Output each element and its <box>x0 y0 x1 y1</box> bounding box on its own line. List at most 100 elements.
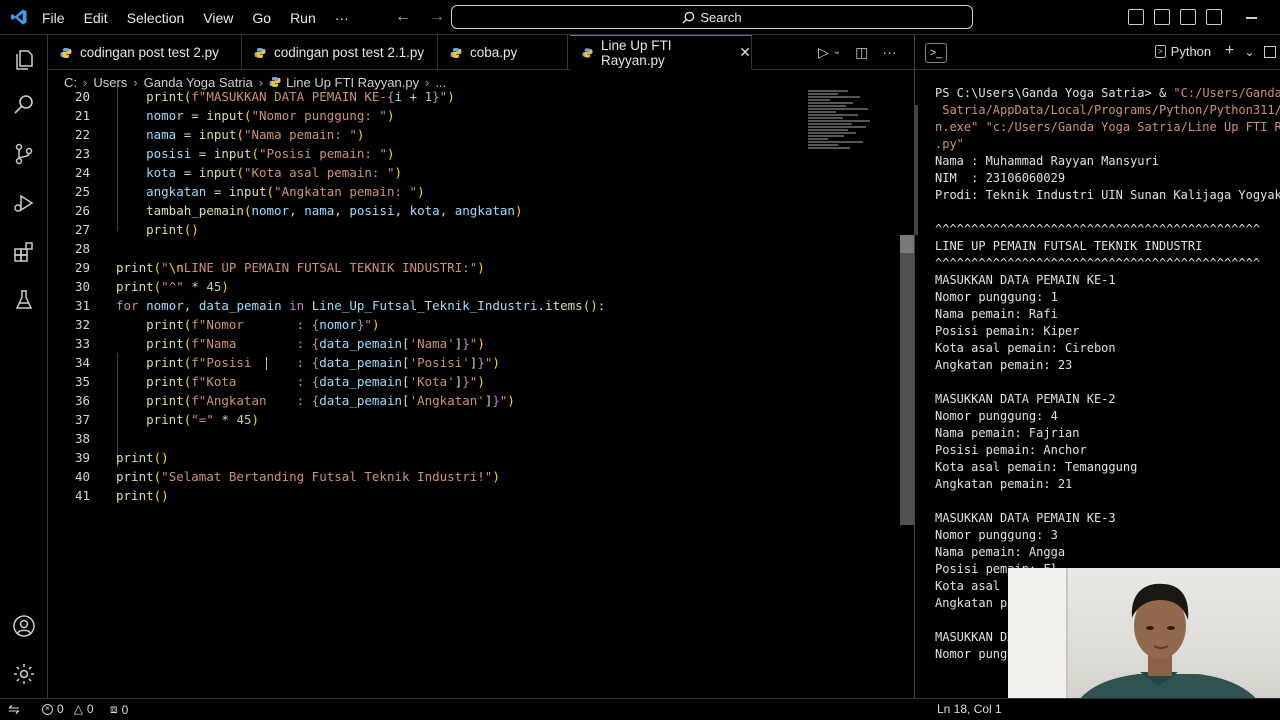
back-arrow-icon[interactable]: ← <box>395 8 411 28</box>
text-cursor-ibeam-icon <box>266 357 267 370</box>
menu-more[interactable]: ··· <box>335 10 349 26</box>
cursor-position[interactable]: Ln 18, Col 1 <box>937 702 1002 716</box>
code-line: 26 tambah_pemain(nomor, nama, posisi, ko… <box>48 201 808 220</box>
toggle-secondary-sidebar-icon[interactable] <box>1180 9 1196 25</box>
run-and-debug-icon[interactable] <box>12 191 36 215</box>
terminal-shell-icon: > <box>1155 45 1166 58</box>
terminal-line: Posisi pemain: Anchor <box>935 443 1087 457</box>
terminal-line: Angkatan pemain: 21 <box>935 477 1073 491</box>
code-text: kota = input("Kota asal pemain: ") <box>146 165 403 180</box>
run-python-file-icon[interactable]: ▷ <box>818 44 829 61</box>
customize-layout-icon[interactable] <box>1206 9 1222 25</box>
menu-file[interactable]: File <box>42 10 65 26</box>
code-text: print("Selamat Bertanding Futsal Teknik … <box>116 469 500 484</box>
terminal-icon[interactable]: >_ <box>925 43 947 63</box>
menu-bar: File Edit Selection View Go Run ··· <box>42 0 368 35</box>
panel-header: >_ > Python + ⌄ <box>915 35 1280 70</box>
tab-label: Line Up FTI Rayyan.py <box>600 37 672 68</box>
maximize-panel-icon[interactable] <box>1264 46 1277 58</box>
line-number: 37 <box>74 412 90 427</box>
terminal-line: Nomor punggung: 4 <box>935 409 1058 423</box>
menu-run[interactable]: Run <box>290 10 316 26</box>
code-line: 31 for nomor, data_pemain in Line_Up_Futs… <box>48 296 808 315</box>
run-options-chevron-icon[interactable]: ⌄ <box>833 46 841 61</box>
tab-label: codingan post test 2.py <box>80 45 219 60</box>
terminal-line: PS C:\Users\Ganda Yoga Satria> & "C:/Use… <box>935 86 1280 100</box>
minimize-window-icon[interactable] <box>1246 17 1257 19</box>
editor-scrollbar[interactable] <box>900 235 914 525</box>
warning-count: 0 <box>86 702 94 716</box>
terminal-dropdown-chevron-icon[interactable]: ⌄ <box>1244 45 1254 60</box>
tab-label: coba.py <box>470 45 518 60</box>
remote-connection-icon[interactable]: ⇋ <box>8 701 20 718</box>
terminal-line: Kota asal pemain: Temanggung <box>935 460 1138 474</box>
search-view-icon[interactable] <box>12 93 36 117</box>
ports-icon: ⧈ <box>110 702 118 716</box>
problems-indicator[interactable]: × 0 △ 0 <box>42 702 94 716</box>
menu-view[interactable]: View <box>203 10 233 26</box>
toggle-primary-sidebar-icon[interactable] <box>1128 9 1144 25</box>
split-editor-icon[interactable]: ◫ <box>855 44 868 61</box>
layout-controls <box>1128 9 1232 25</box>
code-line: 35 print(f"Kota : {data_pemain['Kota']}"… <box>48 372 808 391</box>
terminal-line: Nomor punggung: 1 <box>935 290 1058 304</box>
line-number: 31 <box>74 298 90 313</box>
terminal-line: MASUKKAN DATA PEMAIN KE-2 <box>935 392 1116 406</box>
terminal-shell-selector[interactable]: > Python <box>1155 44 1211 59</box>
toggle-panel-icon[interactable] <box>1154 9 1170 25</box>
extensions-icon[interactable] <box>12 240 36 264</box>
warning-icon: △ <box>73 702 83 716</box>
search-icon <box>682 11 695 24</box>
code-editor[interactable]: 20 print(f"MASUKKAN DATA PEMAIN KE-{i + … <box>48 87 898 557</box>
command-center-search[interactable]: Search <box>451 5 973 29</box>
terminal-scrollbar[interactable] <box>915 105 918 235</box>
code-text: print(f"Nomor : {nomor}") <box>146 317 380 332</box>
source-control-icon[interactable] <box>12 142 36 166</box>
ports-indicator[interactable]: ⧈ 0 <box>110 702 128 717</box>
tab-line-up-fti-rayyan[interactable]: Line Up FTI Rayyan.py ✕ <box>570 35 752 70</box>
line-number: 26 <box>74 203 90 218</box>
menu-go[interactable]: Go <box>252 10 271 26</box>
code-text: print(f"MASUKKAN DATA PEMAIN KE-{i + 1}"… <box>146 89 455 104</box>
line-number: 36 <box>74 393 90 408</box>
forward-arrow-icon[interactable]: → <box>429 8 445 28</box>
terminal-line: Nomor punggung: 3 <box>935 528 1058 542</box>
line-number: 25 <box>74 184 90 199</box>
tab-codingan-post-test-2-1[interactable]: codingan post test 2.1.py <box>242 35 438 70</box>
code-line: 36 print(f"Angkatan : {data_pemain['Angk… <box>48 391 808 410</box>
terminal-line: Prodi: Teknik Industri UIN Sunan Kalijag… <box>935 188 1280 202</box>
code-text: print() <box>116 488 169 503</box>
more-actions-icon[interactable]: ··· <box>882 44 896 61</box>
scrollbar-thumb[interactable] <box>900 235 914 253</box>
tab-coba[interactable]: coba.py <box>438 35 568 70</box>
settings-gear-icon[interactable] <box>12 662 36 686</box>
code-line: 34 print(f"Posisi : {data_pemain['Posisi… <box>48 353 808 372</box>
code-text: print(f"Nama : {data_pemain['Nama']}") <box>146 336 485 351</box>
line-number: 33 <box>74 336 90 351</box>
terminal-line: NIM : 23106060029 <box>935 171 1066 185</box>
code-text: nomor = input("Nomor punggung: ") <box>146 108 395 123</box>
title-bar: File Edit Selection View Go Run ··· ← → … <box>0 0 1280 35</box>
editor-tabs: codingan post test 2.py codingan post te… <box>48 35 914 70</box>
code-text: print() <box>146 222 199 237</box>
vscode-logo-icon <box>11 9 27 25</box>
menu-edit[interactable]: Edit <box>84 10 108 26</box>
terminal-line: MASUKKAN DATA PEMAIN KE-1 <box>935 273 1116 287</box>
line-number: 39 <box>74 450 90 465</box>
new-terminal-plus-icon[interactable]: + <box>1225 42 1234 60</box>
code-line: 24 kota = input("Kota asal pemain: ") <box>48 163 808 182</box>
code-line: 28 <box>48 239 808 258</box>
tab-codingan-post-test-2[interactable]: codingan post test 2.py <box>48 35 242 70</box>
search-label: Search <box>700 9 742 25</box>
line-number: 35 <box>74 374 90 389</box>
line-number: 21 <box>74 108 90 123</box>
explorer-icon[interactable] <box>12 48 36 72</box>
minimap[interactable] <box>808 90 888 180</box>
error-count: 0 <box>57 702 64 716</box>
terminal-line: Nama pemain: Fajrian <box>935 426 1080 440</box>
terminal-line: LINE UP PEMAIN FUTSAL TEKNIK INDUSTRI <box>935 239 1203 253</box>
menu-selection[interactable]: Selection <box>127 10 185 26</box>
testing-flask-icon[interactable] <box>12 288 36 312</box>
accounts-icon[interactable] <box>12 614 36 638</box>
close-tab-icon[interactable]: ✕ <box>739 44 751 61</box>
